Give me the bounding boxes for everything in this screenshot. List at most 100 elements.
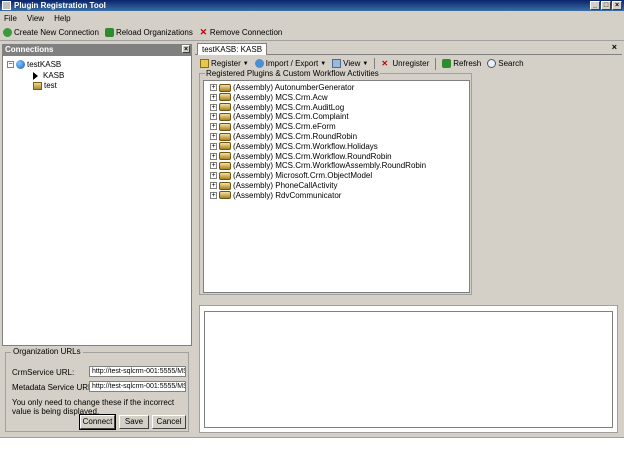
assembly-row[interactable]: + (Assembly) MCS.Crm.Workflow.Holidays xyxy=(210,142,378,151)
crmservice-url-field[interactable]: http://test-sqlcrm-001:5555/MS xyxy=(89,366,186,377)
organization-icon xyxy=(33,81,42,90)
menu-help[interactable]: Help xyxy=(54,14,70,23)
assembly-row[interactable]: + (Assembly) MCS.Crm.WorkflowAssembly.Rou… xyxy=(210,161,426,170)
menu-view[interactable]: View xyxy=(27,14,44,23)
minimize-button[interactable]: _ xyxy=(590,1,600,10)
tree-node-test-label: test xyxy=(44,81,57,90)
tab-strip: testKASB: KASB × xyxy=(195,41,622,55)
refresh-label: Refresh xyxy=(453,59,482,68)
unregister-x-icon: ✕ xyxy=(381,59,389,68)
assembly-icon xyxy=(219,132,231,141)
cancel-button[interactable]: Cancel xyxy=(152,415,186,429)
status-bar xyxy=(0,437,624,468)
assembly-icon xyxy=(219,191,231,200)
window-controls: _ □ × xyxy=(590,1,622,10)
expand-icon[interactable]: + xyxy=(210,182,217,189)
tree-node-kasb[interactable]: KASB xyxy=(33,71,64,80)
connect-button[interactable]: Connect xyxy=(79,414,116,430)
tree-node-root[interactable]: − testKASB xyxy=(7,60,61,69)
expand-icon[interactable]: + xyxy=(210,191,217,199)
collapse-icon[interactable]: − xyxy=(7,61,14,68)
close-button[interactable]: × xyxy=(612,1,622,10)
menu-file[interactable]: File xyxy=(4,14,17,23)
toolbar-separator xyxy=(435,57,437,70)
metadata-url-field[interactable]: http://test-sqlcrm-001:5555/MS xyxy=(89,381,186,392)
dropdown-arrow-icon: ▼ xyxy=(320,60,327,67)
registered-plugins-tree[interactable]: + (Assembly) AutonumberGenerator + (Assembl… xyxy=(203,80,470,293)
search-button[interactable]: Search xyxy=(487,59,524,68)
assembly-label: (Assembly) Microsoft.Crm.ObjectModel xyxy=(233,171,373,181)
registered-plugins-group: Registered Plugins & Custom Workflow Act… xyxy=(199,69,472,295)
assembly-label: (Assembly) MCS.Crm.Complaint xyxy=(233,112,349,122)
assembly-icon xyxy=(219,122,231,131)
tree-node-root-label: testKASB xyxy=(27,60,62,69)
detail-grid[interactable] xyxy=(204,311,613,428)
organization-panel: testKASB: KASB × Register ▼ Import / Exp… xyxy=(195,41,624,437)
globe-icon xyxy=(16,60,25,69)
tree-node-test[interactable]: test xyxy=(33,81,57,90)
view-button[interactable]: View ▼ xyxy=(332,59,368,68)
metadata-url-label: Metadata Service URL: xyxy=(12,383,95,392)
reload-organizations-button[interactable]: Reload Organizations xyxy=(104,28,193,37)
assembly-row[interactable]: + (Assembly) MCS.Crm.Complaint xyxy=(210,112,349,121)
workspace: Connections × − testKASB KASB test Organ… xyxy=(0,41,624,437)
detail-panel xyxy=(199,305,618,433)
connections-title: Connections xyxy=(5,45,54,54)
assembly-label: (Assembly) MCS.Crm.Workflow.Holidays xyxy=(233,141,378,151)
tree-node-kasb-label: KASB xyxy=(43,71,65,80)
register-button[interactable]: Register ▼ xyxy=(200,59,249,68)
assembly-label: (Assembly) RdvCommunicator xyxy=(233,190,342,200)
import-export-icon xyxy=(254,59,264,68)
expand-icon[interactable]: + xyxy=(210,152,217,160)
assembly-row[interactable]: + (Assembly) MCS.Crm.Workflow.RoundRobin xyxy=(210,152,392,161)
menu-bar: File View Help xyxy=(0,11,624,25)
expand-icon[interactable]: + xyxy=(210,172,217,180)
assembly-row[interactable]: + (Assembly) AutonumberGenerator xyxy=(210,83,354,92)
reload-icon xyxy=(104,28,114,37)
expand-icon[interactable]: + xyxy=(210,103,217,111)
dropdown-arrow-icon: ▼ xyxy=(242,60,249,67)
refresh-button[interactable]: Refresh xyxy=(442,59,481,68)
assembly-row[interactable]: + (Assembly) MCS.Crm.Acw xyxy=(210,93,328,102)
unregister-button[interactable]: ✕ Unregister xyxy=(381,59,429,68)
search-icon xyxy=(487,59,497,68)
assembly-icon xyxy=(219,171,231,180)
assembly-row[interactable]: + (Assembly) RdvCommunicator xyxy=(210,191,341,200)
assembly-row[interactable]: + (Assembly) MCS.Crm.RoundRobin xyxy=(210,132,357,141)
assembly-row[interactable]: + (Assembly) PhoneCallActivity xyxy=(210,181,337,190)
assembly-icon xyxy=(219,161,231,170)
expand-icon[interactable]: + xyxy=(210,84,217,91)
refresh-icon xyxy=(442,59,452,68)
search-label: Search xyxy=(498,59,524,68)
reload-organizations-label: Reload Organizations xyxy=(115,28,193,37)
assembly-label: (Assembly) MCS.Crm.eForm xyxy=(233,122,336,132)
assembly-row[interactable]: + (Assembly) MCS.Crm.AuditLog xyxy=(210,103,344,112)
expand-icon[interactable]: + xyxy=(210,113,217,121)
assembly-icon xyxy=(219,181,231,190)
assembly-label: (Assembly) MCS.Crm.Acw xyxy=(233,92,328,102)
create-connection-button[interactable]: Create New Connection xyxy=(3,28,99,37)
expand-icon[interactable]: + xyxy=(210,93,217,101)
maximize-button[interactable]: □ xyxy=(601,1,611,10)
title-bar: Plugin Registration Tool _ □ × xyxy=(0,0,624,11)
assembly-icon xyxy=(219,112,231,121)
tab-organization[interactable]: testKASB: KASB xyxy=(197,43,268,55)
remove-x-icon: ✕ xyxy=(199,27,208,37)
expand-icon[interactable]: + xyxy=(210,162,217,170)
connections-header: Connections × xyxy=(2,44,192,55)
registered-plugins-legend: Registered Plugins & Custom Workflow Act… xyxy=(205,69,380,78)
assembly-row[interactable]: + (Assembly) Microsoft.Crm.ObjectModel xyxy=(210,171,372,180)
organization-urls-group: Organization URLs CrmService URL: http:/… xyxy=(5,347,189,432)
add-connection-icon xyxy=(3,28,12,37)
assembly-row[interactable]: + (Assembly) MCS.Crm.eForm xyxy=(210,122,336,131)
import-export-button[interactable]: Import / Export ▼ xyxy=(254,59,327,68)
expand-icon[interactable]: + xyxy=(210,142,217,150)
assembly-label: (Assembly) MCS.Crm.Workflow.RoundRobin xyxy=(233,151,392,161)
close-tab-icon[interactable]: × xyxy=(612,42,617,52)
connections-tree[interactable]: − testKASB KASB test xyxy=(2,55,192,346)
close-panel-icon[interactable]: × xyxy=(182,45,190,53)
save-button[interactable]: Save xyxy=(119,415,149,429)
expand-icon[interactable]: + xyxy=(210,133,217,140)
expand-icon[interactable]: + xyxy=(210,123,217,131)
remove-connection-button[interactable]: ✕ Remove Connection xyxy=(199,27,283,38)
